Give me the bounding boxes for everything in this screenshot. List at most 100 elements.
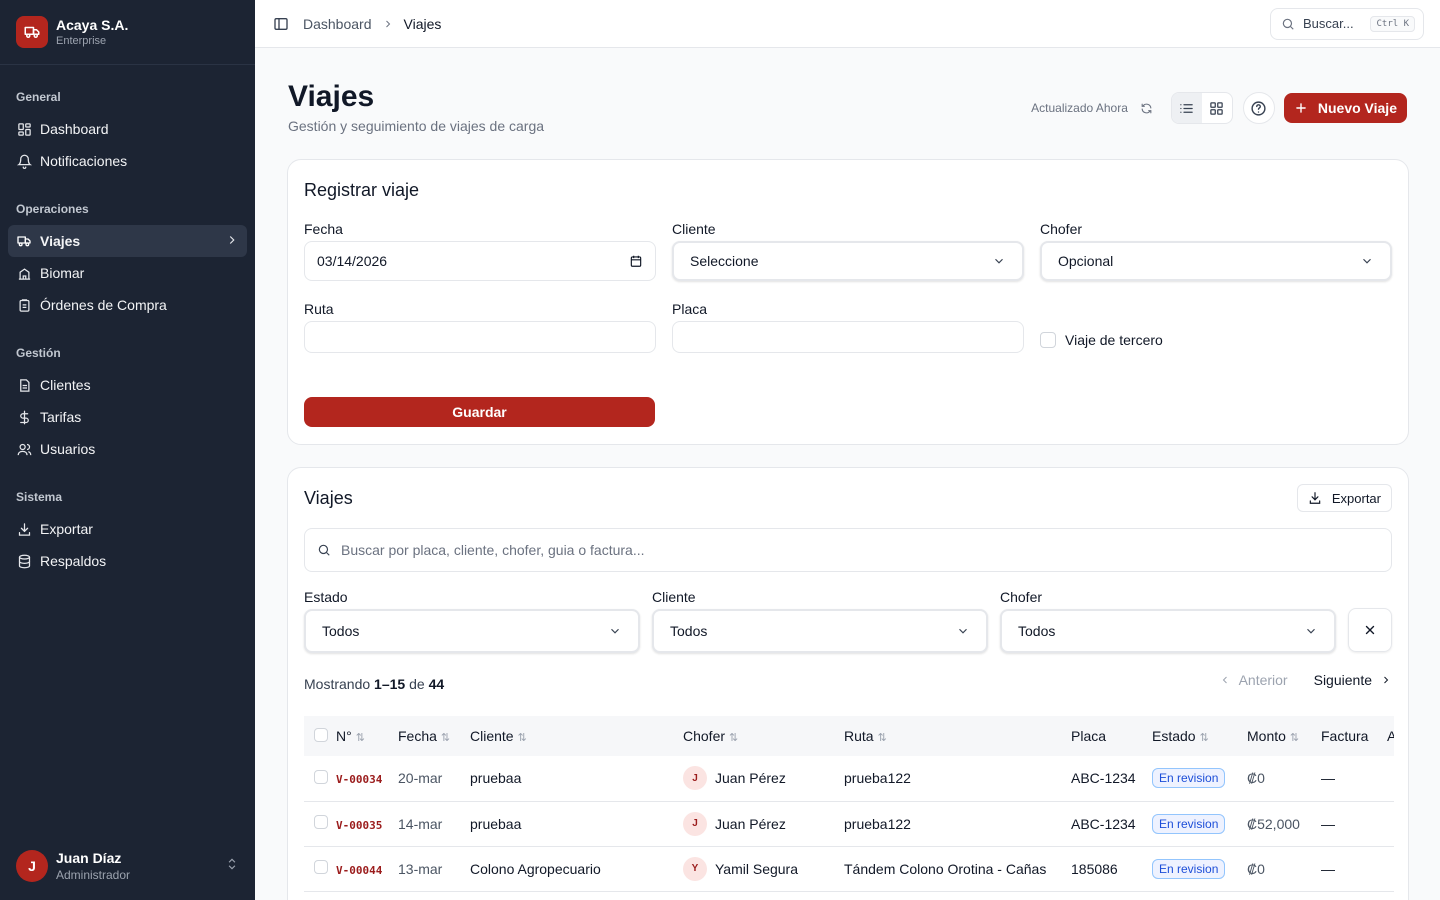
search-icon [1281,17,1295,31]
sidebar-item-label: Clientes [40,377,91,393]
refresh-icon[interactable] [1140,102,1153,115]
trip-code[interactable]: V-00044 [336,864,382,877]
chevron-right-icon [225,233,239,250]
previous-page-label: Anterior [1238,672,1288,688]
nav-label-sistema: Sistema [16,490,63,504]
trip-plate: 185086 [1071,860,1118,877]
status-badge: En revision [1152,858,1226,879]
save-button[interactable]: Guardar [304,397,655,427]
row-checkbox[interactable] [314,769,328,784]
sidebar-item-clientes[interactable]: Clientes [8,369,247,401]
sidebar-item-biomar[interactable]: Biomar [8,257,247,289]
placa-field: Placa [672,301,1024,353]
calendar-icon[interactable] [629,254,643,268]
select-all-checkbox[interactable] [314,727,328,742]
table-row[interactable]: V-00034 20-mar pruebaa J Juan Pérez prueb… [304,756,1394,801]
sidebar-item-usuarios[interactable]: Usuarios [8,433,247,465]
grid-view-icon[interactable] [1202,93,1232,123]
list-view-icon[interactable] [1171,93,1202,123]
chofer-filter-label: Chofer [1000,589,1043,605]
column-header-cliente[interactable]: Cliente ⇅ [470,716,683,756]
page-title: Viajes [288,80,375,113]
breadcrumb-dashboard[interactable]: Dashboard [303,16,372,32]
column-header-placa: Placa [1071,716,1152,756]
column-label: Monto [1247,728,1286,744]
trip-amount: ₡0 [1247,770,1265,787]
chevron-right-icon [382,18,394,30]
pagination: Anterior Siguiente [1219,672,1392,688]
tercero-checkbox[interactable] [1040,332,1056,348]
sidebar-item-tarifas[interactable]: Tarifas [8,401,247,433]
previous-page-button[interactable]: Anterior [1219,672,1288,688]
export-button[interactable]: Exportar [1296,484,1392,512]
new-trip-button[interactable]: Nuevo Viaje [1283,93,1407,123]
results-of: de [409,676,425,692]
user-menu[interactable]: J Juan Díaz Administrador [16,846,239,886]
status-badge: En revision [1152,813,1226,834]
chevron-down-icon [992,254,1006,268]
chevron-down-icon [956,624,970,638]
sidebar-item-notificaciones[interactable]: Notificaciones [8,145,247,177]
row-checkbox[interactable] [314,815,328,829]
column-header-ruta[interactable]: Ruta ⇅ [844,716,1071,756]
brand-switcher[interactable]: Acaya S.A. Enterprise [0,0,255,65]
document-icon [16,377,32,393]
main-content: Viajes Gestión y seguimiento de viajes d… [255,48,1440,900]
search-label: Buscar... [1303,16,1354,31]
sidebar-item-respaldos[interactable]: Respaldos [8,545,247,577]
global-search-button[interactable]: Buscar... Ctrl K [1270,7,1424,40]
download-icon [16,521,32,537]
tercero-toggle[interactable]: Viaje de tercero [1040,332,1163,348]
fecha-input[interactable]: 03/14/2026 [304,241,656,281]
trips-list-card: Viajes Exportar Buscar por placa, client… [287,467,1409,900]
table-row[interactable]: V-00044 13-mar Colono Agropecuario Y Yami… [304,846,1394,891]
column-header-estado[interactable]: Estado ⇅ [1152,716,1247,756]
chevrons-up-down-icon [225,857,239,876]
chofer-label: Chofer [1040,221,1083,237]
sidebar-toggle-icon[interactable] [273,16,289,32]
chofer-value: Opcional [1058,253,1114,269]
column-label: Estado [1152,728,1196,744]
trip-client: pruebaa [470,815,522,832]
trip-amount: ₡0 [1247,860,1265,877]
topbar: Dashboard Viajes Buscar... Ctrl K [255,0,1440,48]
users-icon [16,441,32,457]
sidebar-item-dashboard[interactable]: Dashboard [8,113,247,145]
column-header-chofer[interactable]: Chofer ⇅ [683,716,844,756]
cliente-select[interactable]: Seleccione [672,241,1024,281]
column-label: N° [336,728,352,744]
estado-select[interactable]: Todos [304,609,640,653]
ruta-label: Ruta [304,301,334,317]
truck-icon [16,233,32,249]
next-page-label: Siguiente [1313,672,1372,688]
help-button[interactable] [1242,92,1275,124]
sidebar-item-viajes[interactable]: Viajes [8,225,247,257]
column-header-fecha[interactable]: Fecha ⇅ [398,716,470,756]
register-trip-title: Registrar viaje [304,180,420,200]
chofer-filter-select[interactable]: Todos [1000,609,1336,653]
chevron-right-icon [1380,674,1392,686]
trips-search-input[interactable]: Buscar por placa, cliente, chofer, guia … [304,528,1392,572]
table-row[interactable]: V-00035 14-mar pruebaa J Juan Pérez prueb… [304,801,1394,846]
sidebar-item-exportar[interactable]: Exportar [8,513,247,545]
row-checkbox[interactable] [314,860,328,874]
sidebar-item-ordenes[interactable]: Órdenes de Compra [8,289,247,321]
next-page-button[interactable]: Siguiente [1314,672,1392,688]
search-shortcut: Ctrl K [1370,15,1415,32]
sort-icon: ⇅ [729,732,739,744]
avatar: J [16,850,48,882]
ruta-input[interactable] [304,321,656,353]
trips-search-placeholder: Buscar por placa, cliente, chofer, guia … [341,542,645,558]
column-header-numero[interactable]: N° ⇅ [336,716,398,756]
column-header-monto[interactable]: Monto ⇅ [1247,716,1321,756]
driver-name: Yamil Segura [715,860,799,877]
cliente-field: Cliente Seleccione [672,221,1024,281]
breadcrumb-current: Viajes [403,15,442,32]
chofer-select[interactable]: Opcional [1040,241,1392,281]
clear-filters-button[interactable] [1348,608,1392,652]
page-actions: Actualizado Ahora Nuevo Viaje [1031,92,1407,124]
cliente-filter-select[interactable]: Todos [652,609,988,653]
placa-input[interactable] [672,321,1024,353]
trip-code[interactable]: V-00035 [336,819,382,832]
trip-code[interactable]: V-00034 [336,773,382,786]
